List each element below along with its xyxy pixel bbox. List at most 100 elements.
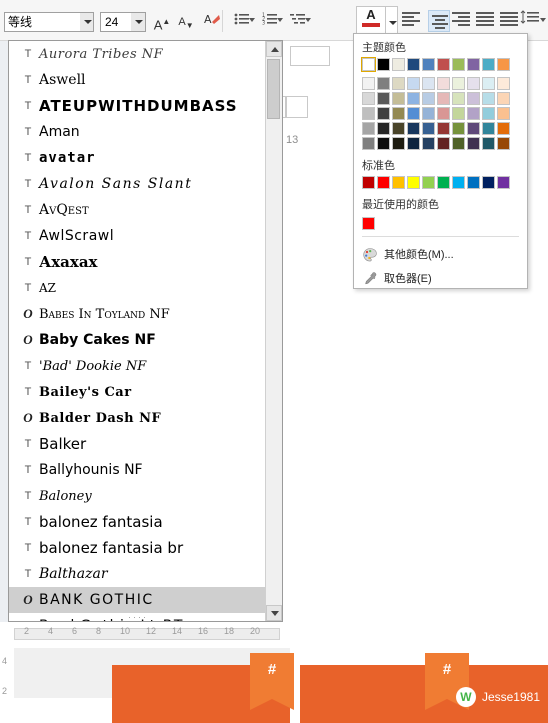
grow-font-icon[interactable]: A▲ (150, 10, 174, 34)
theme-swatch[interactable] (452, 107, 465, 120)
theme-swatch[interactable] (482, 107, 495, 120)
theme-color-row[interactable] (362, 137, 519, 150)
standard-swatch[interactable] (482, 176, 495, 189)
font-list-item[interactable]: O Baby Cakes NF (9, 327, 267, 353)
align-justify-button[interactable] (476, 10, 498, 32)
theme-swatch[interactable] (422, 137, 435, 150)
theme-swatch[interactable] (377, 58, 390, 71)
font-list-scrollbar[interactable] (265, 41, 282, 621)
theme-swatch[interactable] (407, 137, 420, 150)
distribute-button[interactable] (500, 10, 522, 32)
theme-swatch[interactable] (467, 107, 480, 120)
theme-swatch[interactable] (422, 58, 435, 71)
theme-swatch[interactable] (497, 137, 510, 150)
font-list-item-selected[interactable]: O BANK GOTHIC (9, 587, 267, 613)
font-list-item[interactable]: T Aman (9, 119, 267, 145)
font-list-item[interactable]: T AvQest (9, 197, 267, 223)
font-size-dropdown-arrow[interactable] (131, 12, 146, 32)
recent-colors-grid[interactable] (354, 215, 527, 230)
theme-colors-grid[interactable] (354, 57, 527, 150)
theme-swatch[interactable] (392, 122, 405, 135)
font-list-item[interactable]: T Baloney (9, 483, 267, 509)
multilevel-dropdown-arrow[interactable] (305, 18, 311, 22)
standard-swatch[interactable] (422, 176, 435, 189)
theme-swatch[interactable] (437, 92, 450, 105)
font-list-item[interactable]: T ATEUPWITHDUMBASS (9, 93, 267, 119)
font-list-item[interactable]: T Ахахах (9, 249, 267, 275)
standard-swatch[interactable] (392, 176, 405, 189)
theme-swatch[interactable] (467, 58, 480, 71)
theme-swatch[interactable] (377, 122, 390, 135)
theme-swatch[interactable] (482, 122, 495, 135)
recent-swatch[interactable] (362, 217, 375, 230)
theme-swatch[interactable] (407, 92, 420, 105)
standard-swatch[interactable] (497, 176, 510, 189)
theme-swatch[interactable] (452, 77, 465, 90)
bullets-dropdown-arrow[interactable] (249, 18, 255, 22)
theme-swatch[interactable] (452, 92, 465, 105)
theme-swatch[interactable] (392, 92, 405, 105)
theme-swatch[interactable] (362, 107, 375, 120)
theme-swatch[interactable] (482, 137, 495, 150)
theme-swatch[interactable] (467, 92, 480, 105)
horizontal-ruler[interactable]: 2 4 6 8 10 12 14 16 18 20 (0, 622, 290, 648)
theme-swatch[interactable] (467, 77, 480, 90)
theme-color-row[interactable] (361, 57, 519, 72)
theme-swatch[interactable] (407, 58, 420, 71)
theme-swatch[interactable] (437, 122, 450, 135)
eyedropper-menu-item[interactable]: 取色器(E) (354, 267, 527, 291)
font-list-item[interactable]: O Balder Dash NF (9, 405, 267, 431)
theme-swatch[interactable] (452, 122, 465, 135)
theme-swatch[interactable] (497, 122, 510, 135)
font-list-item[interactable]: Tbalonez fantasia (9, 509, 267, 535)
font-list-item[interactable]: T Balker (9, 431, 267, 457)
font-list-item[interactable]: T Ballyhounis NF (9, 457, 267, 483)
standard-swatch[interactable] (362, 176, 375, 189)
theme-swatch[interactable] (452, 137, 465, 150)
theme-swatch[interactable] (362, 122, 375, 135)
theme-color-row[interactable] (362, 122, 519, 135)
theme-swatch[interactable] (392, 137, 405, 150)
recent-color-row[interactable] (362, 217, 519, 230)
theme-swatch[interactable] (497, 58, 510, 71)
line-spacing-button[interactable] (520, 10, 542, 32)
numbering-icon[interactable]: 1 2 3 (258, 10, 282, 34)
resize-grip[interactable]: ···· (9, 612, 267, 621)
scroll-down-button[interactable] (266, 605, 282, 621)
align-center-button[interactable] (428, 10, 450, 32)
standard-swatch[interactable] (407, 176, 420, 189)
font-name-input[interactable]: 等线 (4, 12, 92, 32)
theme-swatch[interactable] (392, 77, 405, 90)
theme-swatch[interactable] (422, 77, 435, 90)
scrollbar-thumb[interactable] (267, 59, 280, 119)
theme-swatch[interactable] (407, 122, 420, 135)
font-list-item[interactable]: T 'Bad' Dookie NF (9, 353, 267, 379)
numbering-dropdown-arrow[interactable] (277, 18, 283, 22)
standard-swatch[interactable] (377, 176, 390, 189)
theme-swatch[interactable] (437, 58, 450, 71)
theme-swatch[interactable] (377, 92, 390, 105)
font-list-item[interactable]: T Avalon Sans Slant (9, 171, 267, 197)
line-spacing-dropdown-arrow[interactable] (540, 18, 546, 22)
font-list-item[interactable]: T Bailey's Car (9, 379, 267, 405)
theme-swatch[interactable] (467, 137, 480, 150)
theme-swatch[interactable] (407, 107, 420, 120)
bullets-icon[interactable] (230, 10, 254, 34)
align-right-button[interactable] (452, 10, 474, 32)
theme-swatch[interactable] (377, 107, 390, 120)
font-list-item[interactable]: T AZ (9, 275, 267, 301)
theme-color-row[interactable] (362, 107, 519, 120)
theme-swatch[interactable] (467, 122, 480, 135)
font-list-item[interactable]: T AwlScrawl (9, 223, 267, 249)
theme-swatch[interactable] (422, 92, 435, 105)
font-color-dropdown-arrow[interactable] (386, 6, 398, 34)
theme-swatch[interactable] (497, 107, 510, 120)
theme-swatch[interactable] (497, 77, 510, 90)
font-dropdown-list[interactable]: T Aurora Tribes NF T Aswell T ATEUPWITHDUMB… (8, 40, 283, 622)
theme-swatch[interactable] (362, 137, 375, 150)
theme-swatch[interactable] (452, 58, 465, 71)
scroll-up-button[interactable] (266, 41, 282, 57)
theme-swatch[interactable] (392, 58, 405, 71)
standard-color-row[interactable] (362, 176, 519, 189)
shrink-font-icon[interactable]: A▼ (174, 10, 198, 34)
